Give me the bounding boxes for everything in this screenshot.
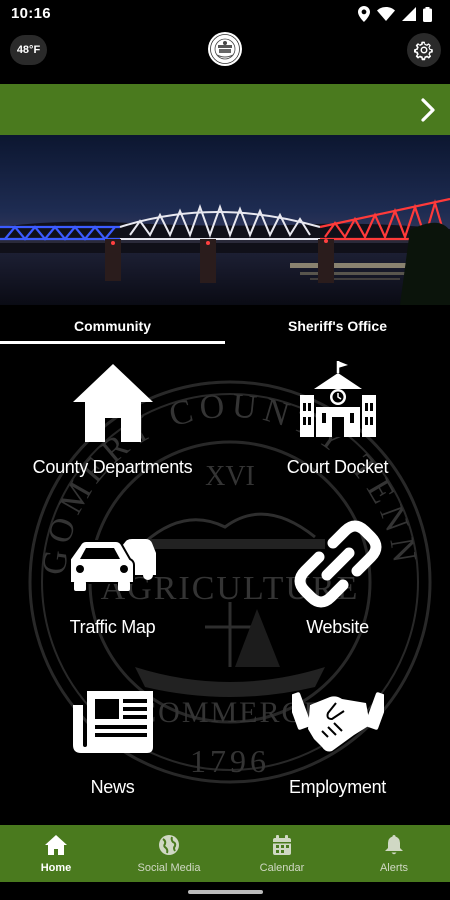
bridge-photo [0,135,450,305]
nav-social-media[interactable]: Social Media [113,825,225,882]
globe-icon [159,835,179,855]
cars-icon [68,539,156,591]
nav-calendar-label: Calendar [259,862,305,874]
system-gesture-area [0,882,450,900]
bell-icon [385,835,403,855]
tab-community-label: Community [74,318,151,334]
tile-label: News [90,777,135,797]
tab-selected-indicator [0,341,225,344]
quick-links-grid: MONTGOMERY COUNTY TENNESSEE XVI AGRICULT… [0,347,450,825]
announcement-banner[interactable] [0,84,450,135]
newspaper-icon [72,691,153,753]
home-icon [72,364,153,442]
battery-icon [423,6,432,22]
hero-image [0,135,450,305]
county-seal-icon[interactable] [207,31,243,67]
tile-label: Traffic Map [69,617,156,637]
status-bar: 10:16 [0,0,450,28]
tile-label: County Departments [32,457,193,477]
chevron-right-icon[interactable] [417,97,439,123]
nav-alerts[interactable]: Alerts [338,825,450,882]
tile-label: Employment [288,777,387,797]
tile-employment[interactable]: Employment [225,667,450,825]
home-gesture-bar[interactable] [188,890,263,894]
temperature-text: 48°F [16,44,41,56]
link-icon [294,520,381,608]
tile-website[interactable]: Website [225,507,450,667]
nav-social-media-label: Social Media [137,862,201,874]
app-header: 48°F [0,28,450,84]
tile-traffic-map[interactable]: Traffic Map [0,507,225,667]
tile-county-departments[interactable]: County Departments [0,347,225,507]
nav-calendar[interactable]: Calendar [226,825,338,882]
tile-court-docket[interactable]: Court Docket [225,347,450,507]
courthouse-icon [299,361,376,437]
nav-alerts-label: Alerts [379,862,409,874]
tab-sheriffs-office-label: Sheriff's Office [287,318,388,334]
nav-home-label: Home [40,862,72,874]
settings-button[interactable] [407,33,441,67]
nav-home[interactable]: Home [0,825,112,882]
status-time: 10:16 [11,5,51,22]
home-icon [45,835,67,855]
tile-label: Court Docket [286,457,389,477]
signal-icon [402,7,416,21]
tile-news[interactable]: News [0,667,225,825]
bottom-navigation: Home Social Media Calendar Alerts [0,825,450,882]
tile-label: Website [306,617,369,637]
weather-button[interactable]: 48°F [10,35,47,65]
tab-sheriffs-office[interactable]: Sheriff's Office [225,305,450,347]
location-icon [358,6,370,22]
gear-icon [414,41,433,61]
handshake-icon [291,692,384,752]
wifi-icon [377,7,395,21]
calendar-icon [273,835,291,855]
status-icons [358,6,432,22]
